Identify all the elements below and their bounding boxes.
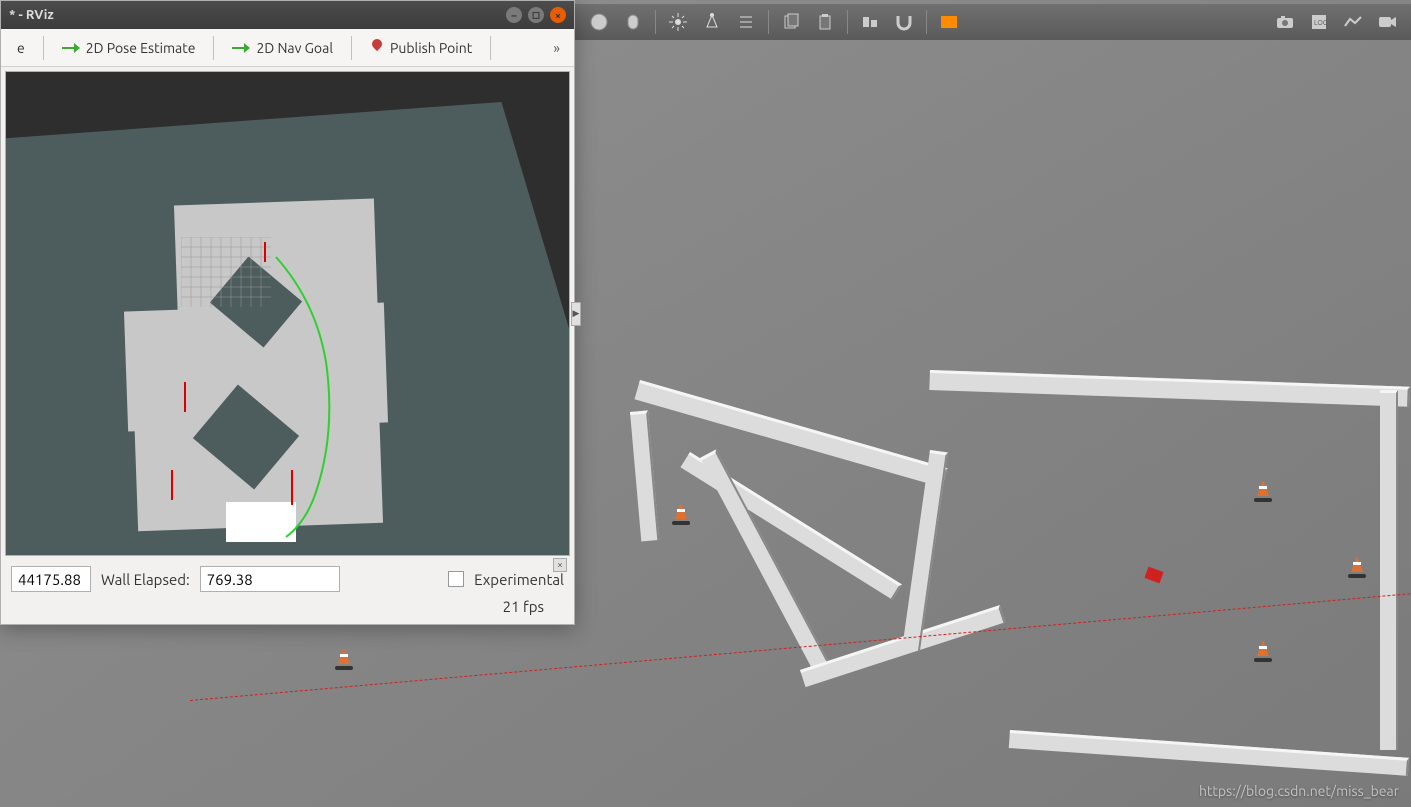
toolbar-separator: [490, 36, 491, 60]
fps-readout: 21 fps: [11, 598, 564, 615]
paste-icon[interactable]: [809, 7, 841, 37]
toolbar-right-group: LOG: [1269, 7, 1403, 37]
map-region: [226, 502, 296, 542]
tool-label: Publish Point: [390, 40, 472, 56]
pose-estimate-tool[interactable]: 2D Pose Estimate: [52, 36, 206, 60]
experimental-label: Experimental: [474, 571, 564, 588]
wall-elapsed-label: Wall Elapsed:: [101, 571, 190, 588]
gazebo-toolbar: LOG: [575, 4, 1411, 40]
rviz-3d-viewport[interactable]: ▶ ×: [5, 71, 570, 556]
maximize-button[interactable]: ◻: [528, 7, 544, 23]
close-button[interactable]: ×: [550, 7, 566, 23]
camera-icon[interactable]: [1269, 7, 1301, 37]
toolbar-separator: [926, 10, 927, 34]
pose-marker: [291, 470, 293, 505]
svg-text:LOG: LOG: [1314, 19, 1328, 27]
panel-close-handle[interactable]: ×: [553, 558, 567, 572]
traffic-cone: [1254, 640, 1272, 662]
wall-elapsed-field[interactable]: [200, 566, 340, 592]
log-icon[interactable]: LOG: [1303, 7, 1335, 37]
light-directional-icon[interactable]: [730, 7, 762, 37]
traffic-cone: [672, 503, 690, 525]
tool-label: 2D Pose Estimate: [86, 40, 196, 56]
cylinder-icon[interactable]: [617, 7, 649, 37]
arrow-icon: [232, 45, 250, 51]
window-controls: – ◻ ×: [506, 7, 566, 23]
toolbar-separator: [213, 36, 214, 60]
window-title: * - RViz: [9, 8, 54, 22]
record-icon[interactable]: [1371, 7, 1403, 37]
minimize-button[interactable]: –: [506, 7, 522, 23]
light-point-icon[interactable]: [662, 7, 694, 37]
watermark-text: https://blog.csdn.net/miss_bear: [1199, 783, 1399, 799]
toolbar-separator: [655, 10, 656, 34]
toolbar-separator: [351, 36, 352, 60]
rviz-status-bar: Wall Elapsed: Experimental 21 fps: [1, 560, 574, 624]
ros-time-field[interactable]: [11, 566, 91, 592]
nav-goal-tool[interactable]: 2D Nav Goal: [222, 36, 343, 60]
wall-segment: [1380, 390, 1398, 750]
light-spot-icon[interactable]: [696, 7, 728, 37]
traffic-cone: [1348, 556, 1366, 578]
copy-icon[interactable]: [775, 7, 807, 37]
tool-label: 2D Nav Goal: [256, 40, 333, 56]
rviz-toolbar: e 2D Pose Estimate 2D Nav Goal Publish P…: [1, 29, 574, 67]
box-orange-icon[interactable]: [933, 7, 965, 37]
window-titlebar[interactable]: * - RViz – ◻ ×: [1, 1, 574, 29]
arrow-icon: [62, 45, 80, 51]
toolbar-separator: [43, 36, 44, 60]
grid-overlay: [181, 237, 271, 307]
pose-marker: [264, 242, 266, 262]
traffic-cone: [1254, 480, 1272, 502]
toolbar-separator: [847, 10, 848, 34]
toolbar-separator: [768, 10, 769, 34]
snap-icon[interactable]: [888, 7, 920, 37]
experimental-checkbox[interactable]: [448, 571, 464, 587]
pose-marker: [184, 382, 186, 412]
rviz-window: * - RViz – ◻ × e 2D Pose Estimate 2D Nav…: [0, 0, 575, 625]
status-row: Wall Elapsed: Experimental: [11, 566, 564, 592]
plot-icon[interactable]: [1337, 7, 1369, 37]
tool-cut-left[interactable]: e: [7, 36, 35, 60]
pin-icon: [370, 39, 384, 57]
traffic-cone: [335, 648, 353, 670]
panel-expand-handle[interactable]: ▶: [571, 302, 581, 326]
align-icon[interactable]: [854, 7, 886, 37]
tool-label: e: [17, 40, 25, 56]
publish-point-tool[interactable]: Publish Point: [360, 35, 482, 61]
sphere-icon[interactable]: [583, 7, 615, 37]
toolbar-overflow[interactable]: »: [545, 36, 568, 60]
pose-marker: [171, 470, 173, 500]
